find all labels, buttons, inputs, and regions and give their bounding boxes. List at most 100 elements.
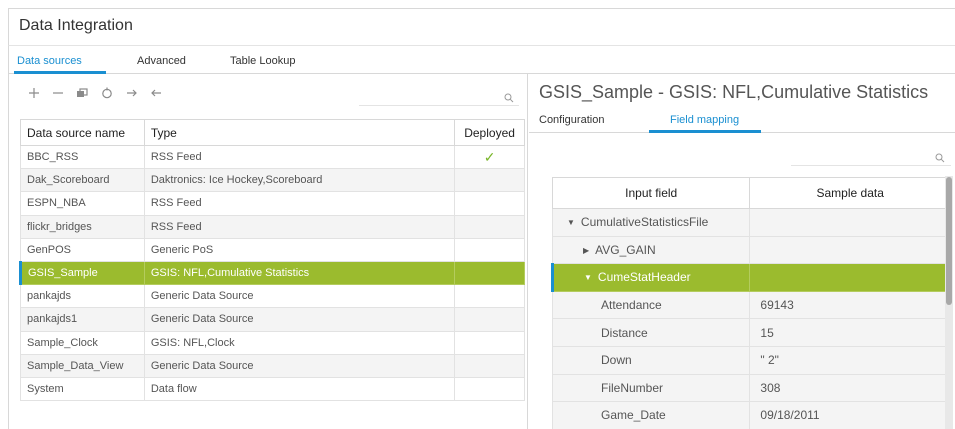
cell-field: FileNumber [551,373,751,403]
tab-field-mapping[interactable]: Field mapping [670,114,739,126]
column-header-type[interactable]: Type [143,119,456,146]
cell-sample: 09/18/2011 [749,401,951,429]
field-mapping-table: Input field Sample data ▼ CumulativeStati… [550,177,951,429]
table-row[interactable]: Sample_Clock GSIS: NFL,Clock [20,330,525,355]
column-header-input-field[interactable]: Input field [551,177,751,209]
cell-deployed [454,284,525,309]
search-icon[interactable] [935,150,945,163]
cell-name: Sample_Clock [20,330,145,355]
cell-sample: " 2" [749,345,951,375]
cell-name: System [20,376,145,402]
detail-title: GSIS_Sample - GSIS: NFL,Cumulative Stati… [539,82,929,102]
cell-deployed [454,168,525,193]
minus-icon[interactable] [51,86,65,100]
tree-row-selected[interactable]: ▼ CumeStatHeader [550,263,951,292]
data-sources-toolbar [9,74,529,114]
table-row[interactable]: pankajds1 Generic Data Source [20,307,525,332]
tree-row[interactable]: Attendance 69143 [551,290,951,320]
cell-name: GSIS_Sample [19,260,145,286]
detail-tabs: Configuration Field mapping [529,108,955,133]
cell-type: RSS Feed [143,191,456,216]
title-bar: Data Integration [8,8,955,46]
tab-configuration[interactable]: Configuration [539,114,604,126]
cell-type: RSS Feed [143,144,456,170]
plus-icon[interactable] [27,86,41,100]
tree-row[interactable]: FileNumber 308 [551,373,951,403]
cell-deployed [454,353,525,378]
cell-sample [749,263,951,292]
cell-deployed [454,191,525,216]
data-sources-search-input[interactable] [359,84,519,106]
cell-field: Distance [551,318,751,347]
tree-row[interactable]: ▼ CumulativeStatisticsFile [551,208,951,237]
cell-deployed [454,376,525,402]
copy-icon[interactable] [75,86,89,100]
field-mapping-search-input[interactable] [791,144,951,166]
cell-deployed [454,214,525,239]
cell-name: Dak_Scoreboard [20,168,145,193]
table-row[interactable]: BBC_RSS RSS Feed ✓ [20,144,525,170]
search-icon[interactable] [504,90,514,103]
field-label: CumeStatHeader [597,270,691,285]
cell-field: ▼ CumulativeStatisticsFile [551,208,751,237]
cell-deployed [454,237,525,262]
table-row[interactable]: GenPOS Generic PoS [20,237,525,262]
triangle-down-icon[interactable]: ▼ [567,218,575,227]
tab-data-sources[interactable]: Data sources [17,55,82,67]
table-row[interactable]: System Data flow [20,376,525,402]
tab-advanced[interactable]: Advanced [137,55,186,67]
cell-sample [749,208,951,237]
scrollbar-thumb[interactable] [946,177,952,305]
main-tabs: Data sources Advanced Table Lookup [8,46,955,74]
tab-table-lookup[interactable]: Table Lookup [230,55,295,67]
table-row-selected[interactable]: GSIS_Sample GSIS: NFL,Cumulative Statist… [19,260,525,286]
field-label: CumulativeStatisticsFile [580,215,709,230]
cell-name: ESPN_NBA [20,191,145,216]
cell-deployed [454,307,525,332]
cell-field: ▼ CumeStatHeader [550,263,751,292]
cell-type: Generic Data Source [143,284,456,309]
field-label: AVG_GAIN [595,242,656,257]
cell-sample: 15 [749,318,951,347]
cell-deployed: ✓ [454,144,525,170]
tree-row[interactable]: Down " 2" [551,345,951,375]
cell-deployed [454,260,525,286]
column-header-deployed[interactable]: Deployed [454,119,525,146]
cell-type: RSS Feed [143,214,456,239]
table-header-row: Input field Sample data [551,177,951,209]
cell-type: GSIS: NFL,Cumulative Statistics [143,260,456,286]
detail-panel: GSIS_Sample - GSIS: NFL,Cumulative Stati… [529,74,955,429]
tree-row[interactable]: ▶ AVG_GAIN [551,235,951,265]
column-header-name[interactable]: Data source name [20,119,145,146]
cell-type: Generic PoS [143,237,456,262]
cell-field: Down [551,345,751,375]
cell-sample: 308 [749,373,951,403]
refresh-icon[interactable] [100,86,114,100]
tree-row[interactable]: Game_Date 09/18/2011 [551,401,951,429]
cell-type: Data flow [143,376,456,402]
cell-sample [749,235,951,265]
data-sources-panel: Data source name Type Deployed BBC_RSS R… [8,74,528,429]
table-row[interactable]: pankajds Generic Data Source [20,284,525,309]
triangle-down-icon[interactable]: ▼ [584,273,592,282]
cell-field: Game_Date [551,401,751,429]
cell-name: BBC_RSS [20,144,145,170]
import-icon[interactable] [125,86,139,100]
app-title: Data Integration [19,17,133,34]
cell-name: GenPOS [20,237,145,262]
export-icon[interactable] [149,86,163,100]
cell-type: Daktronics: Ice Hockey,Scoreboard [143,168,456,193]
cell-field: ▶ AVG_GAIN [551,235,751,265]
table-row[interactable]: Sample_Data_View Generic Data Source [20,353,525,378]
cell-type: Generic Data Source [143,353,456,378]
cell-name: pankajds [20,284,145,309]
cell-field: Attendance [551,290,751,320]
column-header-sample-data[interactable]: Sample data [749,177,951,209]
table-row[interactable]: Dak_Scoreboard Daktronics: Ice Hockey,Sc… [20,168,525,193]
data-sources-table: Data source name Type Deployed BBC_RSS R… [19,119,525,402]
triangle-right-icon[interactable]: ▶ [583,246,589,255]
tree-row[interactable]: Distance 15 [551,318,951,347]
table-row[interactable]: flickr_bridges RSS Feed [20,214,525,239]
cell-name: flickr_bridges [20,214,145,239]
table-row[interactable]: ESPN_NBA RSS Feed [20,191,525,216]
